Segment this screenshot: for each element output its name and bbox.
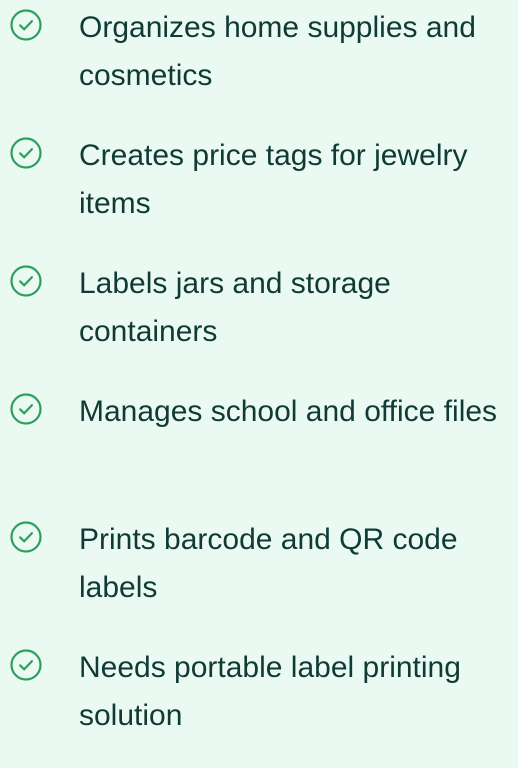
feature-list: Organizes home supplies and cosmetics Cr…: [0, 0, 518, 768]
check-circle-icon: [10, 9, 42, 41]
list-item: Needs portable label printing solution: [0, 640, 518, 768]
feature-label: Manages school and office files: [79, 395, 498, 428]
check-circle-icon: [10, 649, 42, 681]
check-circle-icon: [10, 521, 42, 553]
check-circle-icon: [10, 137, 42, 169]
list-item: Prints barcode and QR code labels: [0, 512, 518, 640]
feature-label: Creates price tags for jewelry items: [79, 139, 468, 220]
list-item: Organizes home supplies and cosmetics: [0, 0, 518, 128]
check-circle-icon: [10, 393, 42, 425]
feature-label: Labels jars and storage containers: [79, 267, 391, 348]
list-item: Creates price tags for jewelry items: [0, 128, 518, 256]
list-item: Manages school and office files: [0, 384, 518, 512]
list-item: Labels jars and storage containers: [0, 256, 518, 384]
check-circle-icon: [10, 265, 42, 297]
feature-label: Prints barcode and QR code labels: [79, 523, 458, 604]
feature-label: Organizes home supplies and cosmetics: [79, 11, 476, 92]
